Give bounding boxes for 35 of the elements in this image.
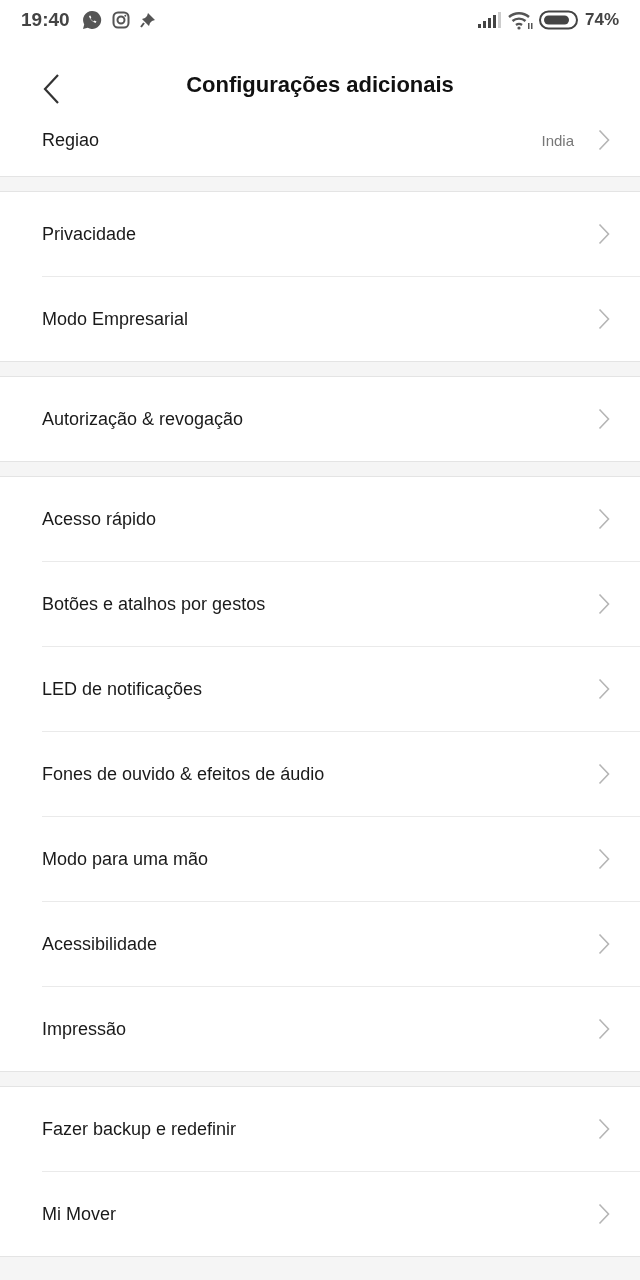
chevron-right-icon [598, 1118, 610, 1140]
chevron-right-icon [598, 508, 610, 530]
settings-item[interactable]: Mi Mover [42, 1171, 640, 1256]
chevron-right-icon [598, 1203, 610, 1225]
camera-icon [111, 11, 130, 29]
settings-item[interactable]: Modo para uma mão [42, 816, 640, 901]
settings-item[interactable]: Privacidade [42, 192, 640, 276]
chevron-right-icon [598, 848, 610, 870]
chevron-right-icon [598, 593, 610, 615]
settings-item[interactable]: Acessibilidade [42, 901, 640, 986]
signal-icon [476, 12, 501, 28]
chevron-right-icon [598, 933, 610, 955]
chevron-right-icon [598, 408, 610, 430]
wifi-icon [506, 10, 533, 30]
settings-item[interactable]: Impressão [42, 986, 640, 1071]
chevron-right-icon [598, 223, 610, 245]
status-time: 19:40 [21, 9, 70, 31]
chevron-right-icon [598, 130, 610, 151]
chevron-right-icon [598, 763, 610, 785]
chevron-right-icon [598, 308, 610, 330]
chevron-right-icon [598, 1018, 610, 1040]
settings-item[interactable]: Autorização & revogação [42, 377, 640, 461]
settings-item[interactable]: Modo Empresarial [42, 276, 640, 361]
battery-percent: 74% [584, 10, 619, 30]
settings-item[interactable]: Acesso rápido [42, 477, 640, 561]
settings-item[interactable]: Fones de ouvido & efeitos de áudio [42, 731, 640, 816]
pin-icon [139, 12, 156, 28]
page-title: Configurações adicionais [186, 72, 454, 98]
settings-item[interactable]: Fazer backup e redefinir [42, 1087, 640, 1171]
settings-item[interactable]: Regiao India [42, 130, 640, 176]
chevron-right-icon [598, 678, 610, 700]
settings-item[interactable]: LED de notificações [42, 646, 640, 731]
settings-item[interactable]: Botões e atalhos por gestos [42, 561, 640, 646]
chat-bubble-icon [81, 10, 102, 30]
battery-icon [538, 10, 579, 30]
